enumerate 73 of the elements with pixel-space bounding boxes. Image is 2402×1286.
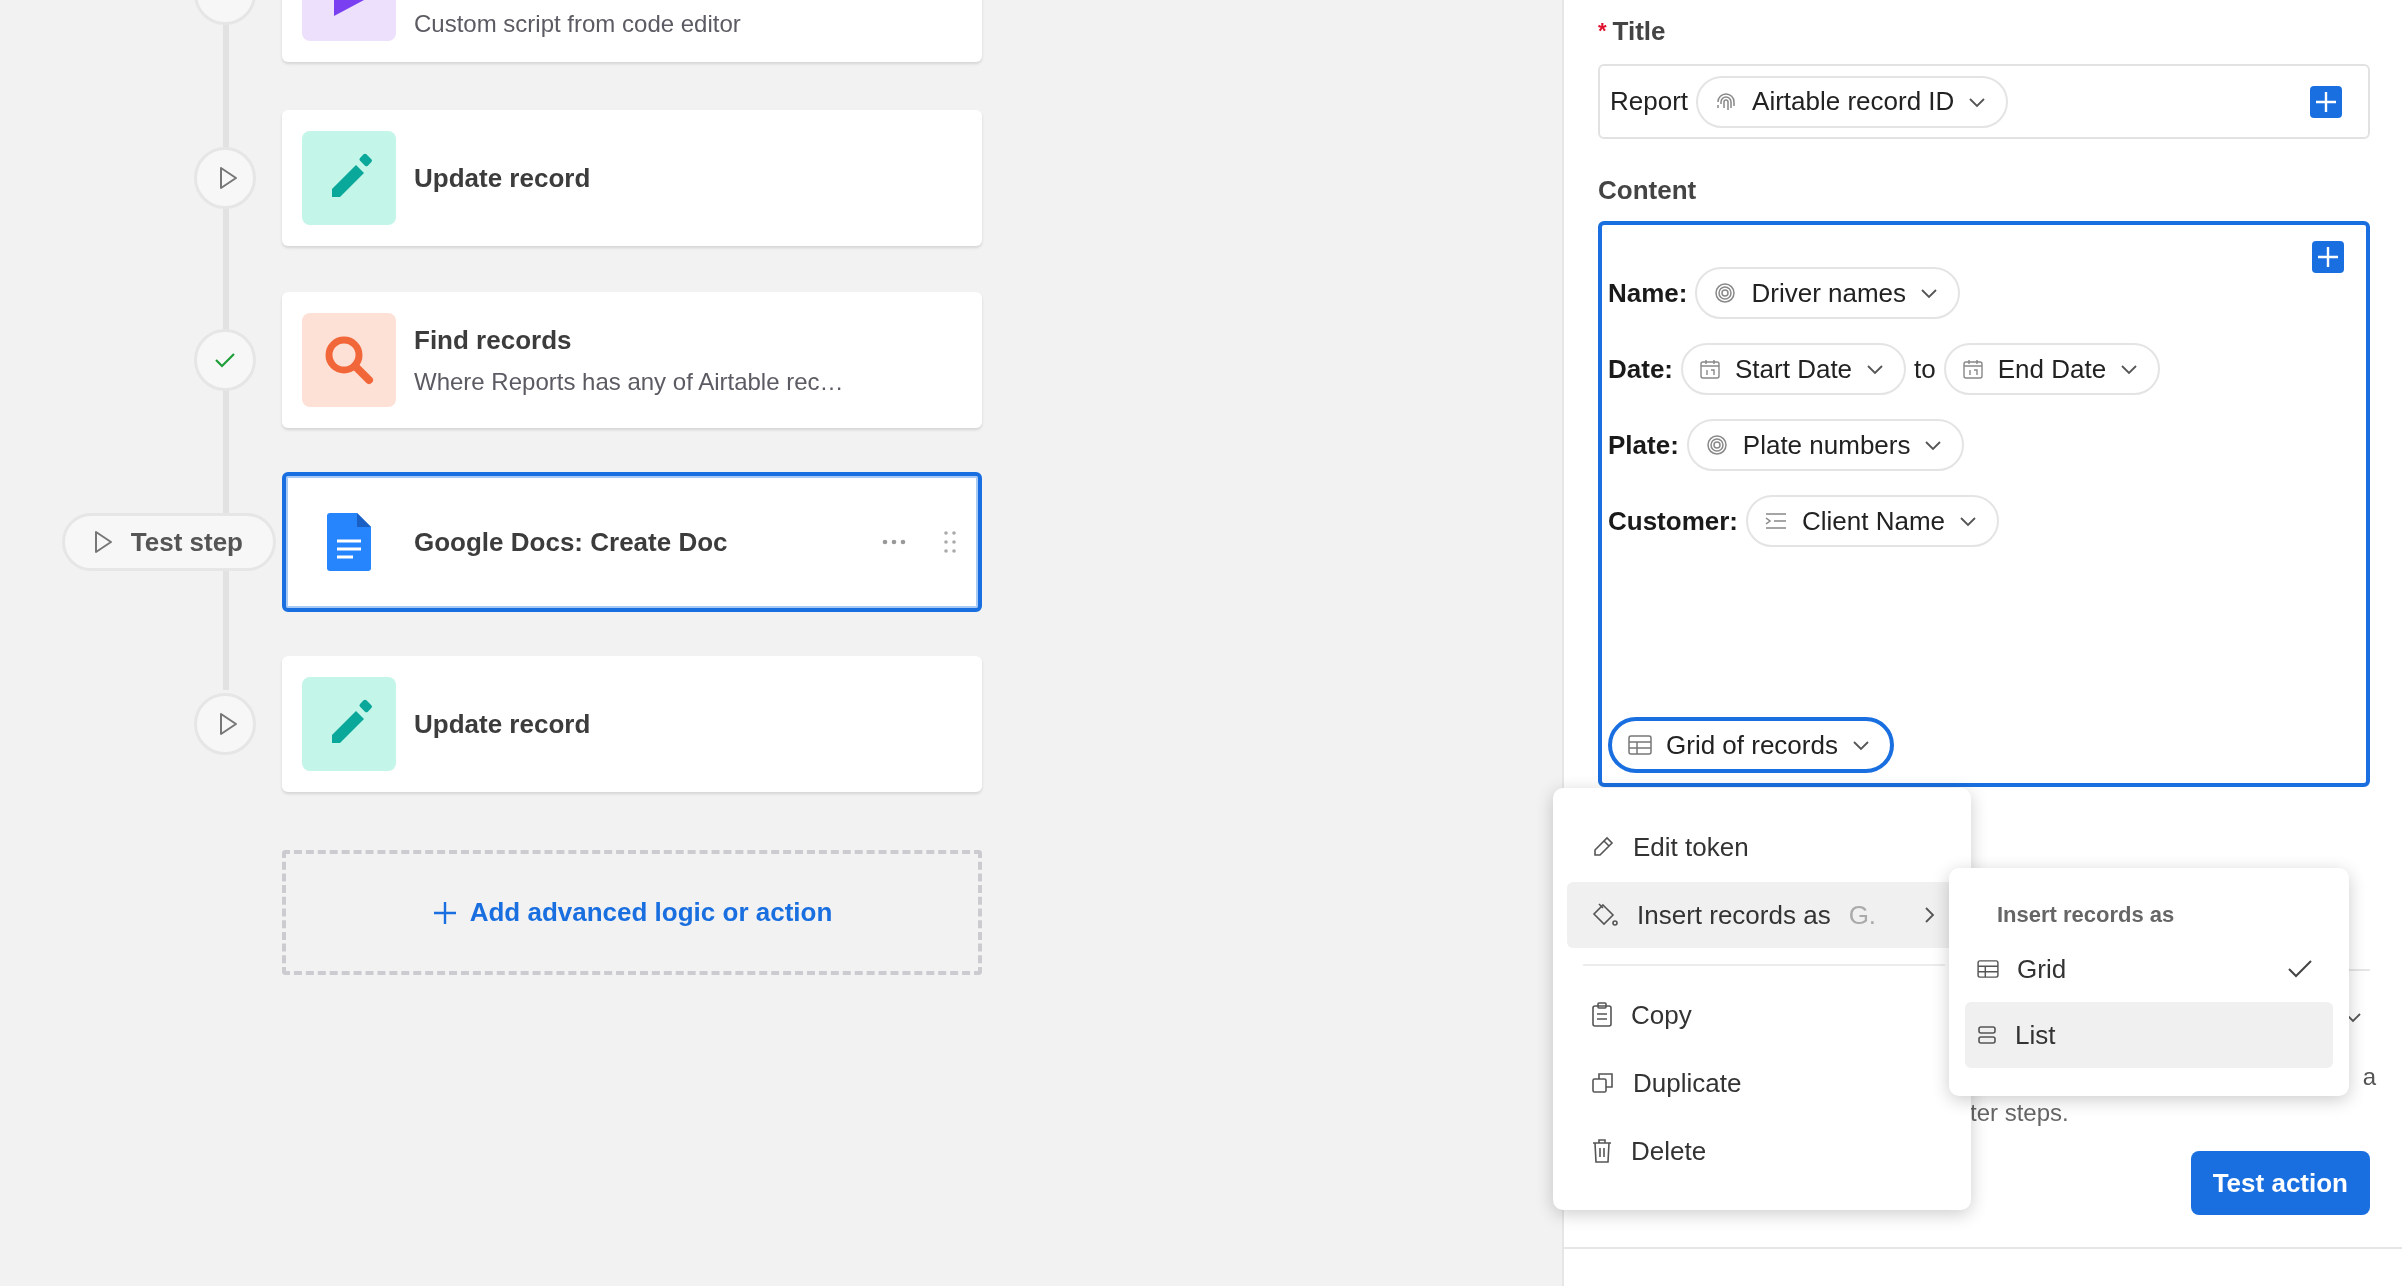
step-description: Custom script from code editor (414, 10, 742, 38)
field-label: Plate: (1608, 429, 1679, 461)
test-step-button[interactable]: Test step (61, 513, 276, 571)
add-icon[interactable] (2312, 241, 2344, 273)
calendar-icon (1699, 358, 1721, 380)
token-pill[interactable]: Client Name (1746, 495, 2000, 547)
step-description: Where Reports has any of Airtable rec… (414, 367, 845, 396)
chevron-down-icon (1968, 95, 1987, 108)
token-pill[interactable]: Start Date (1681, 343, 1907, 395)
field-label: Name: (1608, 277, 1688, 309)
plus-icon (431, 899, 458, 926)
submenu-heading: Insert records as (1996, 902, 2176, 928)
menu-option[interactable]: List (1965, 1002, 2333, 1068)
indent-lines-icon (1764, 511, 1788, 531)
spiral-icon (1704, 433, 1729, 457)
trash-icon (1591, 1138, 1613, 1164)
calendar-icon (1961, 358, 1984, 380)
play-shape-icon (334, 0, 364, 16)
field-label: Customer: (1608, 505, 1738, 537)
chevron-down-icon (2120, 363, 2139, 375)
table-icon (1977, 960, 1999, 978)
inline-text: to (1914, 353, 1936, 385)
token-pill[interactable]: Airtable record ID (1696, 75, 2009, 128)
chevron-down-icon (1920, 287, 1939, 299)
step-card[interactable]: Google Docs: Create Doc (282, 472, 982, 612)
chevron-down-icon (1924, 439, 1943, 451)
duplicate-icon (1591, 1071, 1615, 1095)
menu-item[interactable]: Copy (1567, 982, 1959, 1048)
step-card[interactable]: Update record (282, 110, 982, 246)
chevron-down-icon (1866, 363, 1885, 375)
menu-item[interactable]: Duplicate (1567, 1050, 1959, 1116)
token-pill[interactable]: Plate numbers (1686, 419, 1965, 471)
step-title: Update record (414, 162, 592, 194)
chevron-down-icon (1851, 739, 1870, 751)
step-title: Google Docs: Create Doc (414, 526, 729, 558)
add-icon[interactable] (2310, 85, 2342, 118)
step-title: Find records (414, 324, 573, 356)
list-icon (1977, 1025, 1997, 1045)
inline-text: Report (1610, 86, 1689, 117)
menu-option[interactable]: Grid (1965, 936, 2333, 1002)
more-icon[interactable] (882, 539, 906, 545)
menu-item[interactable]: Edit token (1567, 814, 1959, 880)
field-label: Date: (1608, 353, 1673, 385)
play-icon (217, 712, 238, 736)
description-text: ter steps. (1970, 1099, 2069, 1127)
check-icon (214, 351, 236, 369)
field-label: Content (1598, 174, 1697, 206)
step-card[interactable]: Custom script from code editor (282, 0, 982, 62)
token-pill[interactable]: Grid of records (1608, 717, 1894, 773)
spiral-icon (1713, 281, 1738, 305)
test-action-button[interactable]: Test action (2190, 1151, 2370, 1215)
description-text: a (2362, 1063, 2376, 1091)
required-marker: * (1598, 18, 1607, 44)
paint-bucket-icon (1591, 902, 1619, 928)
token-pill[interactable]: Driver names (1695, 267, 1961, 319)
menu-item[interactable]: Delete (1567, 1118, 1959, 1184)
play-icon (217, 166, 238, 190)
step-card[interactable]: Update record (282, 656, 982, 792)
token-pill[interactable]: End Date (1943, 343, 2161, 395)
chevron-down-icon (1959, 515, 1978, 527)
add-step-button[interactable]: Add advanced logic or action (282, 850, 982, 975)
table-icon (1628, 735, 1652, 755)
content-editor[interactable]: Name: Driver names Date: Start Date to End Date Plate: Plate numbers Customer: Client Name Grid of records (1598, 221, 2370, 787)
play-icon (92, 530, 113, 554)
pencil-icon (1591, 835, 1615, 859)
checkmark-icon (2287, 959, 2313, 979)
clipboard-icon (1591, 1002, 1613, 1028)
field-label: Title (1612, 15, 1666, 47)
title-input[interactable]: Report Airtable record ID (1598, 64, 2370, 139)
drag-handle-icon[interactable] (944, 531, 956, 553)
step-title: Update record (414, 708, 592, 740)
document-icon (327, 513, 371, 571)
step-card[interactable]: Find records Where Reports has any of Airtable rec… (282, 292, 982, 428)
